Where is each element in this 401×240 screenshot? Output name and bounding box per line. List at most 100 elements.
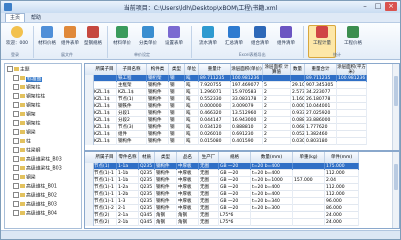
- column-header[interactable]: 品名: [177, 152, 199, 163]
- table-cell[interactable]: 24.000: [325, 212, 359, 219]
- table-cell[interactable]: 节点(3): [117, 124, 147, 131]
- table-cell[interactable]: 1.296071: [199, 89, 231, 96]
- column-header[interactable]: 生产厂: [199, 152, 219, 163]
- table-cell[interactable]: 1-3: [117, 198, 139, 205]
- column-header[interactable]: 单重(kg): [293, 152, 325, 163]
- table-cell[interactable]: GB 一20: [219, 205, 251, 212]
- table-cell[interactable]: 中厚板: [177, 163, 199, 170]
- table-cell[interactable]: 2: [263, 138, 291, 145]
- table-cell[interactable]: 角钢: [155, 212, 177, 219]
- table-cell[interactable]: 无图: [199, 219, 219, 226]
- table-cell[interactable]: 钢: [169, 131, 185, 138]
- column-header[interactable]: 重量计: [199, 64, 231, 75]
- table-row[interactable]: 节点(1)-1 1-2a Q235 钢构件 中厚板 无图 GB 一20 t=20 b=400 1…: [85, 184, 359, 191]
- table-cell[interactable]: [293, 205, 325, 212]
- table-cell[interactable]: t=20 b=400: [251, 191, 293, 198]
- expand-icon[interactable]: [13, 192, 19, 198]
- table-cell[interactable]: 无图: [199, 198, 219, 205]
- maximize-icon[interactable]: □: [372, 2, 384, 11]
- table-cell[interactable]: 节点(2): [93, 219, 117, 226]
- table-cell[interactable]: 无图: [199, 205, 219, 212]
- table-cell[interactable]: 主框架: [117, 82, 147, 89]
- table-row[interactable]: 节点(1)-1 1-1b Q235 钢构件 中厚板 无图 GB 一20 t=20 b=1000…: [85, 177, 359, 184]
- table-cell[interactable]: 吨: [185, 138, 199, 145]
- table-cell[interactable]: KZL.1$: [117, 89, 147, 96]
- part-table[interactable]: 所属子目 零件名称 材质 类型 品名 生产厂 规格 数量(mm) 单重(kg) 单件(mm) 节点…: [84, 151, 400, 229]
- tree-node[interactable]: 钢架柱: [13, 120, 40, 127]
- table-cell[interactable]: t=20 b=400: [251, 170, 293, 177]
- material-price-button[interactable]: 材料价格: [36, 26, 58, 56]
- table-cell[interactable]: 89.711235: [305, 75, 337, 82]
- table-cell[interactable]: 节点(1)-1: [93, 184, 117, 191]
- table-row[interactable]: 节点(1) 1-1a Q235 钢构件 中厚板 无图 GB 一20 t=20 b=400 175…: [85, 163, 359, 170]
- table-row[interactable]: KZL.1$组件钢构件钢吨0.0260100.69123020.0520201.…: [85, 131, 367, 138]
- table-cell[interactable]: [337, 131, 367, 138]
- table-cell[interactable]: 0.026010: [199, 131, 231, 138]
- table-cell[interactable]: 0.088294: [291, 117, 305, 124]
- table-cell[interactable]: 112.000: [325, 170, 359, 177]
- table-cell[interactable]: [251, 219, 293, 226]
- table-cell[interactable]: [293, 163, 325, 170]
- table-cell[interactable]: 节点(2): [93, 212, 117, 219]
- table-cell[interactable]: 15.970583: [231, 89, 263, 96]
- table-cell[interactable]: 907.345305: [305, 82, 337, 89]
- table-row[interactable]: KZL.1$ KZL.1$ 钢构件钢吨 1.296071 15.970583 2 2.573…: [85, 89, 367, 96]
- table-cell[interactable]: Q235: [139, 163, 155, 170]
- table-cell[interactable]: 2: [263, 131, 291, 138]
- table-cell[interactable]: 34.223077: [305, 89, 337, 96]
- table-row[interactable]: 节点(2) 2-1b Q345 角钢 角钢 无图 L75*6 24.000: [85, 219, 359, 226]
- table-cell[interactable]: 钢构件: [147, 124, 169, 131]
- table-cell[interactable]: 角钢: [155, 219, 177, 226]
- tree-node[interactable]: 柱: [13, 138, 31, 145]
- table-cell[interactable]: t=20 b=1000: [251, 177, 293, 184]
- table-cell[interactable]: t=20 b=340: [251, 198, 293, 205]
- expand-icon[interactable]: [13, 120, 19, 126]
- table-row[interactable]: KZL.1$分段1钢构件钢吨0.46632013.51296020.933203…: [85, 110, 367, 117]
- table-cell[interactable]: 1-1b: [117, 177, 139, 184]
- table-cell[interactable]: 0.052020: [291, 131, 305, 138]
- table-cell[interactable]: 29.103777: [291, 82, 305, 89]
- table-cell[interactable]: 2-1a: [117, 212, 139, 219]
- table-cell[interactable]: 33.886000: [305, 117, 337, 124]
- table-cell[interactable]: 89.711235: [199, 75, 231, 82]
- table-cell[interactable]: KZL.1$: [93, 89, 117, 96]
- table-cell[interactable]: 钢桁架: [147, 75, 169, 82]
- table-cell[interactable]: KZL.1$: [93, 110, 117, 117]
- table-cell[interactable]: 0.000000: [291, 103, 305, 110]
- table-cell[interactable]: Q235: [139, 170, 155, 177]
- expand-icon[interactable]: [13, 129, 19, 135]
- table-cell[interactable]: 钢构件: [155, 184, 177, 191]
- expand-icon[interactable]: [13, 183, 19, 189]
- table-cell[interactable]: [293, 184, 325, 191]
- column-header[interactable]: 所属子目: [93, 64, 117, 75]
- tree-node[interactable]: 钢架柱: [13, 84, 40, 91]
- column-header[interactable]: 类型: [169, 64, 185, 75]
- table-cell[interactable]: 1-2b: [117, 191, 139, 198]
- column-header[interactable]: 涂层面积(平方米): [337, 64, 367, 75]
- table-cell[interactable]: 2: [263, 89, 291, 96]
- expand-icon[interactable]: [7, 66, 13, 72]
- column-header[interactable]: 单件(mm): [325, 152, 359, 163]
- table-cell[interactable]: KZL.1$: [93, 103, 117, 110]
- table-cell[interactable]: 中厚板: [177, 198, 199, 205]
- column-header[interactable]: 数量: [291, 64, 305, 75]
- table-cell[interactable]: Q235: [139, 198, 155, 205]
- table-cell[interactable]: [293, 212, 325, 219]
- tree-node[interactable]: 钢梁: [13, 129, 36, 136]
- table-cell[interactable]: 0.803180: [305, 138, 337, 145]
- table-cell[interactable]: 33.083178: [231, 96, 263, 103]
- tree-node[interactable]: 钢架柱: [13, 102, 40, 109]
- table-cell[interactable]: 0.068240: [291, 124, 305, 131]
- vertical-scrollbar[interactable]: [392, 152, 399, 228]
- item-table[interactable]: 所属子目 子目名称 构件类 类型 单位 重量计 涂层面积(单价) 涂层面积 计算值 数量 重量合计…: [84, 63, 400, 151]
- table-cell[interactable]: [293, 219, 325, 226]
- table-cell[interactable]: 钢: [169, 75, 185, 82]
- menu-main[interactable]: 主页: [5, 13, 26, 22]
- table-cell[interactable]: KZL.1$: [93, 117, 117, 124]
- table-cell[interactable]: 112.000: [325, 191, 359, 198]
- table-cell[interactable]: [251, 212, 293, 219]
- table-cell[interactable]: 钢: [169, 82, 185, 89]
- column-header[interactable]: 材质: [139, 152, 155, 163]
- close-icon[interactable]: ×: [385, 2, 397, 11]
- table-row[interactable]: 主框架钢构件钢吨7.920755197.469077529.103777907.…: [85, 82, 367, 89]
